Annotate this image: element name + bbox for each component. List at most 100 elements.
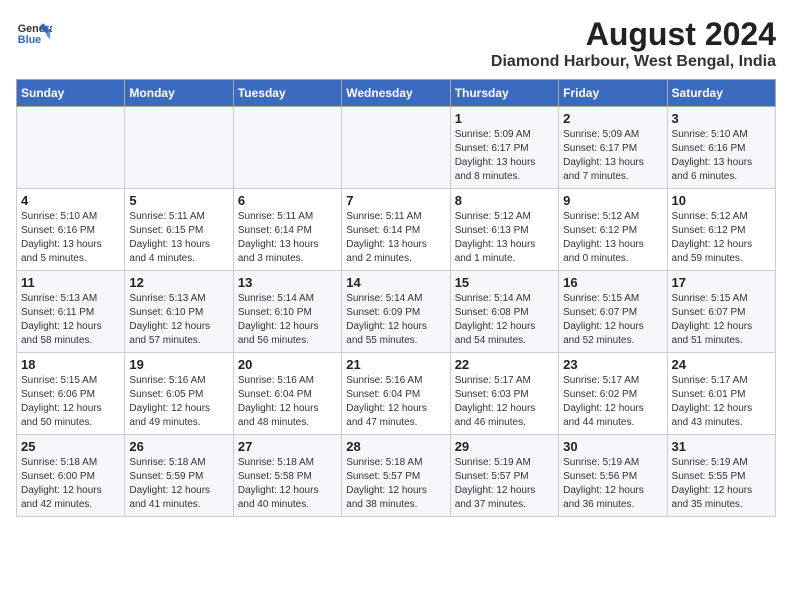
calendar-cell: 29Sunrise: 5:19 AM Sunset: 5:57 PM Dayli… — [450, 435, 558, 517]
day-info: Sunrise: 5:19 AM Sunset: 5:55 PM Dayligh… — [672, 456, 771, 512]
header: General Blue August 2024 Diamond Harbour… — [16, 16, 776, 71]
calendar-cell — [125, 107, 233, 189]
day-number: 4 — [21, 193, 120, 208]
day-info: Sunrise: 5:13 AM Sunset: 6:10 PM Dayligh… — [129, 292, 228, 348]
day-number: 17 — [672, 275, 771, 290]
week-row-5: 25 Sunrise: 5:18 AM Sunset: 6:00 PM Dayli… — [17, 435, 776, 517]
day-number: 31 — [672, 439, 771, 454]
calendar-cell: 2 Sunrise: 5:09 AM Sunset: 6:17 PM Daylig… — [559, 107, 667, 189]
week-row-2: 4Sunrise: 5:10 AM Sunset: 6:16 PM Daylig… — [17, 189, 776, 271]
day-info: Sunrise: 5:18 AM Sunset: 5:57 PM Dayligh… — [346, 456, 445, 512]
calendar-cell: 27 Sunrise: 5:18 AM Sunset: 5:58 PM Dayli… — [233, 435, 341, 517]
day-number: 2 — [563, 111, 662, 126]
calendar-cell: 15 Sunrise: 5:14 AM Sunset: 6:08 PM Dayli… — [450, 271, 558, 353]
weekday-header-saturday: Saturday — [667, 80, 775, 107]
calendar-cell: 21 Sunrise: 5:16 AM Sunset: 6:04 PM Dayli… — [342, 353, 450, 435]
calendar-cell — [17, 107, 125, 189]
calendar-cell: 17 Sunrise: 5:15 AM Sunset: 6:07 PM Dayli… — [667, 271, 775, 353]
day-info: Sunrise: 5:14 AM Sunset: 6:10 PM Dayligh… — [238, 292, 337, 348]
day-number: 19 — [129, 357, 228, 372]
day-number: 1 — [455, 111, 554, 126]
logo: General Blue — [16, 16, 52, 52]
calendar-cell: 12 Sunrise: 5:13 AM Sunset: 6:10 PM Dayli… — [125, 271, 233, 353]
day-info: Sunrise: 5:19 AM Sunset: 5:56 PM Dayligh… — [563, 456, 662, 512]
weekday-header-thursday: Thursday — [450, 80, 558, 107]
calendar-cell: 23 Sunrise: 5:17 AM Sunset: 6:02 PM Dayli… — [559, 353, 667, 435]
day-info: Sunrise: 5:16 AM Sunset: 6:05 PM Dayligh… — [129, 374, 228, 430]
day-number: 23 — [563, 357, 662, 372]
day-info: Sunrise: 5:18 AM Sunset: 6:00 PM Dayligh… — [21, 456, 120, 512]
day-info: Sunrise: 5:12 AM Sunset: 6:12 PM Dayligh… — [672, 210, 771, 266]
calendar-cell: 28 Sunrise: 5:18 AM Sunset: 5:57 PM Dayli… — [342, 435, 450, 517]
day-info: Sunrise: 5:09 AM Sunset: 6:17 PM Dayligh… — [563, 128, 662, 184]
weekday-header-tuesday: Tuesday — [233, 80, 341, 107]
calendar-cell: 20 Sunrise: 5:16 AM Sunset: 6:04 PM Dayli… — [233, 353, 341, 435]
day-number: 9 — [563, 193, 662, 208]
calendar-cell: 11Sunrise: 5:13 AM Sunset: 6:11 PM Dayli… — [17, 271, 125, 353]
calendar-cell: 30 Sunrise: 5:19 AM Sunset: 5:56 PM Dayli… — [559, 435, 667, 517]
day-info: Sunrise: 5:17 AM Sunset: 6:03 PM Dayligh… — [455, 374, 554, 430]
calendar-cell: 9Sunrise: 5:12 AM Sunset: 6:12 PM Daylig… — [559, 189, 667, 271]
day-number: 25 — [21, 439, 120, 454]
weekday-header-friday: Friday — [559, 80, 667, 107]
calendar-cell: 7Sunrise: 5:11 AM Sunset: 6:14 PM Daylig… — [342, 189, 450, 271]
day-number: 12 — [129, 275, 228, 290]
weekday-header-sunday: Sunday — [17, 80, 125, 107]
logo-icon: General Blue — [16, 16, 52, 52]
day-number: 3 — [672, 111, 771, 126]
main-title: August 2024 — [491, 16, 776, 53]
weekday-header-row: SundayMondayTuesdayWednesdayThursdayFrid… — [17, 80, 776, 107]
day-number: 20 — [238, 357, 337, 372]
day-number: 16 — [563, 275, 662, 290]
day-info: Sunrise: 5:16 AM Sunset: 6:04 PM Dayligh… — [346, 374, 445, 430]
calendar-cell: 19 Sunrise: 5:16 AM Sunset: 6:05 PM Dayli… — [125, 353, 233, 435]
calendar-cell: 22 Sunrise: 5:17 AM Sunset: 6:03 PM Dayli… — [450, 353, 558, 435]
week-row-4: 18 Sunrise: 5:15 AM Sunset: 6:06 PM Dayli… — [17, 353, 776, 435]
day-number: 22 — [455, 357, 554, 372]
day-info: Sunrise: 5:11 AM Sunset: 6:14 PM Dayligh… — [346, 210, 445, 266]
calendar-cell — [342, 107, 450, 189]
day-info: Sunrise: 5:12 AM Sunset: 6:13 PM Dayligh… — [455, 210, 554, 266]
day-info: Sunrise: 5:13 AM Sunset: 6:11 PM Dayligh… — [21, 292, 120, 348]
weekday-header-wednesday: Wednesday — [342, 80, 450, 107]
calendar-cell: 26Sunrise: 5:18 AM Sunset: 5:59 PM Dayli… — [125, 435, 233, 517]
day-number: 21 — [346, 357, 445, 372]
day-info: Sunrise: 5:17 AM Sunset: 6:01 PM Dayligh… — [672, 374, 771, 430]
day-number: 15 — [455, 275, 554, 290]
day-number: 18 — [21, 357, 120, 372]
day-info: Sunrise: 5:18 AM Sunset: 5:58 PM Dayligh… — [238, 456, 337, 512]
day-number: 28 — [346, 439, 445, 454]
calendar-cell: 24 Sunrise: 5:17 AM Sunset: 6:01 PM Dayli… — [667, 353, 775, 435]
day-info: Sunrise: 5:15 AM Sunset: 6:07 PM Dayligh… — [672, 292, 771, 348]
title-area: August 2024 Diamond Harbour, West Bengal… — [491, 16, 776, 71]
subtitle: Diamond Harbour, West Bengal, India — [491, 53, 776, 71]
calendar-cell: 5 Sunrise: 5:11 AM Sunset: 6:15 PM Daylig… — [125, 189, 233, 271]
day-info: Sunrise: 5:17 AM Sunset: 6:02 PM Dayligh… — [563, 374, 662, 430]
calendar-cell: 25 Sunrise: 5:18 AM Sunset: 6:00 PM Dayli… — [17, 435, 125, 517]
calendar-cell: 8 Sunrise: 5:12 AM Sunset: 6:13 PM Daylig… — [450, 189, 558, 271]
calendar-cell: 13Sunrise: 5:14 AM Sunset: 6:10 PM Dayli… — [233, 271, 341, 353]
day-info: Sunrise: 5:16 AM Sunset: 6:04 PM Dayligh… — [238, 374, 337, 430]
calendar-cell: 10Sunrise: 5:12 AM Sunset: 6:12 PM Dayli… — [667, 189, 775, 271]
day-info: Sunrise: 5:11 AM Sunset: 6:14 PM Dayligh… — [238, 210, 337, 266]
day-info: Sunrise: 5:11 AM Sunset: 6:15 PM Dayligh… — [129, 210, 228, 266]
calendar-cell: 16 Sunrise: 5:15 AM Sunset: 6:07 PM Dayli… — [559, 271, 667, 353]
day-info: Sunrise: 5:10 AM Sunset: 6:16 PM Dayligh… — [672, 128, 771, 184]
day-info: Sunrise: 5:09 AM Sunset: 6:17 PM Dayligh… — [455, 128, 554, 184]
day-number: 14 — [346, 275, 445, 290]
day-number: 29 — [455, 439, 554, 454]
calendar-cell: 18 Sunrise: 5:15 AM Sunset: 6:06 PM Dayli… — [17, 353, 125, 435]
svg-text:Blue: Blue — [18, 34, 41, 46]
day-number: 30 — [563, 439, 662, 454]
day-info: Sunrise: 5:15 AM Sunset: 6:06 PM Dayligh… — [21, 374, 120, 430]
day-number: 5 — [129, 193, 228, 208]
day-info: Sunrise: 5:18 AM Sunset: 5:59 PM Dayligh… — [129, 456, 228, 512]
day-number: 8 — [455, 193, 554, 208]
week-row-3: 11Sunrise: 5:13 AM Sunset: 6:11 PM Dayli… — [17, 271, 776, 353]
day-number: 27 — [238, 439, 337, 454]
day-info: Sunrise: 5:15 AM Sunset: 6:07 PM Dayligh… — [563, 292, 662, 348]
day-number: 24 — [672, 357, 771, 372]
day-info: Sunrise: 5:14 AM Sunset: 6:08 PM Dayligh… — [455, 292, 554, 348]
day-info: Sunrise: 5:14 AM Sunset: 6:09 PM Dayligh… — [346, 292, 445, 348]
calendar-cell: 3 Sunrise: 5:10 AM Sunset: 6:16 PM Daylig… — [667, 107, 775, 189]
